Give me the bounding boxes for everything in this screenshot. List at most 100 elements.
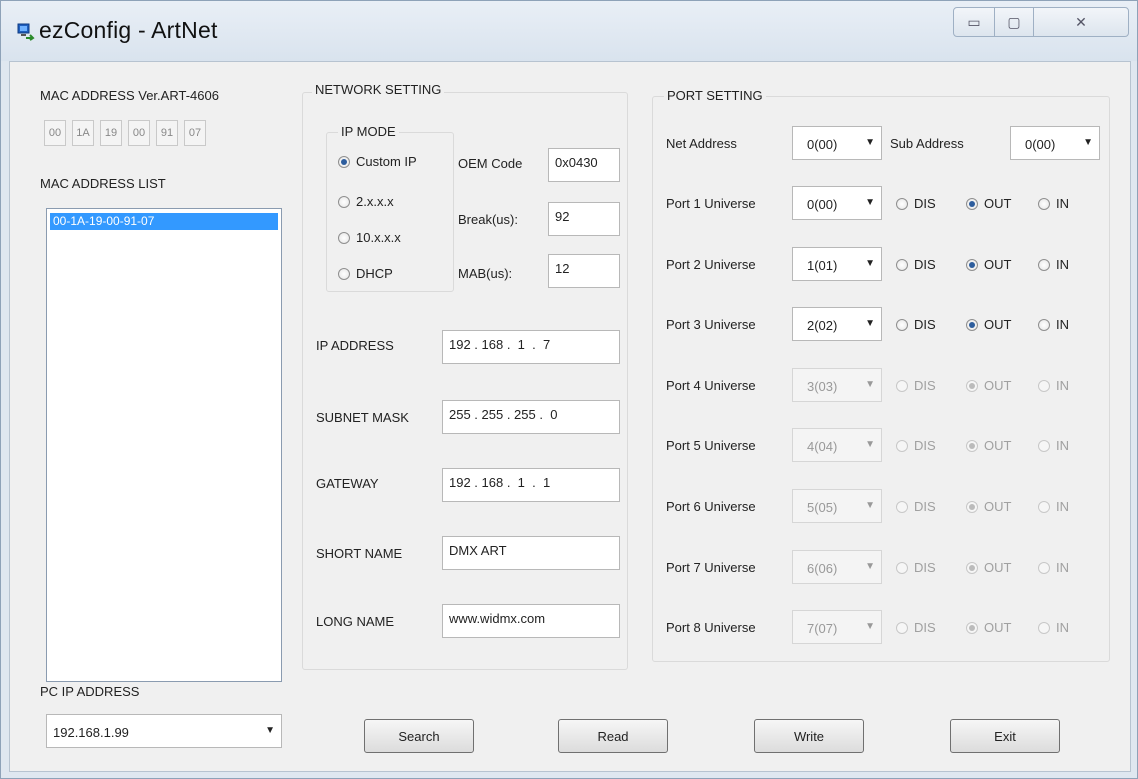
- port-3-in-label: IN: [1056, 317, 1069, 332]
- close-button[interactable]: ✕: [1033, 7, 1129, 37]
- port-4-universe-select: 3(03) ▼: [792, 368, 882, 402]
- short-name-field[interactable]: DMX ART: [442, 536, 620, 570]
- port-4-out-radio: [966, 380, 978, 392]
- chevron-down-icon: ▼: [865, 439, 875, 450]
- mac-byte-4: 00: [128, 120, 150, 146]
- port-5-dis-radio: [896, 440, 908, 452]
- chevron-down-icon: ▼: [865, 197, 875, 208]
- port-4-in-radio: [1038, 380, 1050, 392]
- port-8-out-label: OUT: [984, 620, 1012, 635]
- mac-byte-2: 1A: [72, 120, 94, 146]
- port-2-dis-radio[interactable]: [896, 259, 908, 271]
- read-button[interactable]: Read: [558, 719, 668, 753]
- minimize-icon: ▭: [967, 13, 981, 30]
- port-2-out-label: OUT: [984, 257, 1012, 272]
- port-5-out-label: OUT: [984, 438, 1012, 453]
- ip-mode-custom-label: Custom IP: [356, 154, 417, 169]
- port-8-dis-label: DIS: [914, 620, 936, 635]
- mac-byte-6: 07: [184, 120, 206, 146]
- mac-address-list[interactable]: 00-1A-19-00-91-07: [46, 208, 282, 682]
- port-3-universe-select[interactable]: 2(02) ▼: [792, 307, 882, 341]
- port-8-out-radio: [966, 622, 978, 634]
- port-2-universe-value: 1(01): [807, 258, 838, 273]
- port-3-out-label: OUT: [984, 317, 1012, 332]
- chevron-down-icon: ▼: [865, 561, 875, 572]
- port-4-universe-label: Port 4 Universe: [666, 378, 756, 393]
- sub-address-select[interactable]: 0(00) ▼: [1010, 126, 1100, 160]
- port-1-out-radio[interactable]: [966, 198, 978, 210]
- title-bar[interactable]: ezConfig - ArtNet ▭ ▢ ✕: [1, 1, 1137, 61]
- oem-code-label: OEM Code: [458, 156, 523, 171]
- chevron-down-icon: ▼: [265, 725, 275, 736]
- port-3-universe-value: 2(02): [807, 318, 838, 333]
- port-1-dis-radio[interactable]: [896, 198, 908, 210]
- ip-mode-title: IP MODE: [338, 124, 399, 139]
- port-6-out-label: OUT: [984, 499, 1012, 514]
- search-button[interactable]: Search: [364, 719, 474, 753]
- mac-list-label: MAC ADDRESS LIST: [40, 176, 166, 191]
- port-7-out-label: OUT: [984, 560, 1012, 575]
- port-7-dis-label: DIS: [914, 560, 936, 575]
- ip-address-label: IP ADDRESS: [316, 338, 394, 353]
- close-icon: ✕: [1075, 13, 1087, 30]
- chevron-down-icon: ▼: [865, 137, 875, 148]
- net-address-select[interactable]: 0(00) ▼: [792, 126, 882, 160]
- ip-mode-10x-radio[interactable]: [338, 232, 350, 244]
- port-1-universe-value: 0(00): [807, 197, 838, 212]
- break-field[interactable]: 92: [548, 202, 620, 236]
- port-7-universe-value: 6(06): [807, 561, 838, 576]
- port-8-in-radio: [1038, 622, 1050, 634]
- port-4-dis-radio: [896, 380, 908, 392]
- list-item[interactable]: 00-1A-19-00-91-07: [50, 213, 278, 230]
- port-6-universe-value: 5(05): [807, 500, 838, 515]
- port-1-dis-label: DIS: [914, 196, 936, 211]
- port-7-out-radio: [966, 562, 978, 574]
- write-button[interactable]: Write: [754, 719, 864, 753]
- chevron-down-icon: ▼: [865, 379, 875, 390]
- port-5-in-radio: [1038, 440, 1050, 452]
- mac-address-label: MAC ADDRESS Ver.ART-4606: [40, 88, 219, 103]
- mac-byte-1: 00: [44, 120, 66, 146]
- port-2-universe-select[interactable]: 1(01) ▼: [792, 247, 882, 281]
- port-1-out-label: OUT: [984, 196, 1012, 211]
- port-2-out-radio[interactable]: [966, 259, 978, 271]
- mab-field[interactable]: 12: [548, 254, 620, 288]
- port-2-universe-label: Port 2 Universe: [666, 257, 756, 272]
- port-7-universe-label: Port 7 Universe: [666, 560, 756, 575]
- gateway-field[interactable]: 192 . 168 . 1 . 1: [442, 468, 620, 502]
- gateway-label: GATEWAY: [316, 476, 379, 491]
- port-5-out-radio: [966, 440, 978, 452]
- pc-ip-select[interactable]: 192.168.1.99 ▼: [46, 714, 282, 748]
- ip-mode-custom-radio[interactable]: [338, 156, 350, 168]
- port-8-in-label: IN: [1056, 620, 1069, 635]
- port-6-dis-label: DIS: [914, 499, 936, 514]
- maximize-icon: ▢: [1007, 13, 1021, 30]
- port-3-dis-radio[interactable]: [896, 319, 908, 331]
- network-app-icon: [17, 23, 35, 41]
- port-3-out-radio[interactable]: [966, 319, 978, 331]
- port-4-in-label: IN: [1056, 378, 1069, 393]
- oem-code-field[interactable]: 0x0430: [548, 148, 620, 182]
- ip-mode-2x-radio[interactable]: [338, 196, 350, 208]
- maximize-button[interactable]: ▢: [994, 7, 1034, 37]
- port-4-out-label: OUT: [984, 378, 1012, 393]
- subnet-mask-field[interactable]: 255 . 255 . 255 . 0: [442, 400, 620, 434]
- chevron-down-icon: ▼: [865, 258, 875, 269]
- port-3-in-radio[interactable]: [1038, 319, 1050, 331]
- ip-mode-dhcp-radio[interactable]: [338, 268, 350, 280]
- pc-ip-value: 192.168.1.99: [53, 725, 129, 740]
- port-6-out-radio: [966, 501, 978, 513]
- port-4-universe-value: 3(03): [807, 379, 838, 394]
- port-1-in-radio[interactable]: [1038, 198, 1050, 210]
- long-name-field[interactable]: www.widmx.com: [442, 604, 620, 638]
- port-2-in-radio[interactable]: [1038, 259, 1050, 271]
- exit-button[interactable]: Exit: [950, 719, 1060, 753]
- ip-address-field[interactable]: 192 . 168 . 1 . 7: [442, 330, 620, 364]
- minimize-button[interactable]: ▭: [953, 7, 995, 37]
- app-window: ezConfig - ArtNet ▭ ▢ ✕ MAC ADDRESS Ver.…: [0, 0, 1138, 779]
- port-6-dis-radio: [896, 501, 908, 513]
- port-6-in-radio: [1038, 501, 1050, 513]
- port-1-universe-select[interactable]: 0(00) ▼: [792, 186, 882, 220]
- port-5-in-label: IN: [1056, 438, 1069, 453]
- port-1-universe-label: Port 1 Universe: [666, 196, 756, 211]
